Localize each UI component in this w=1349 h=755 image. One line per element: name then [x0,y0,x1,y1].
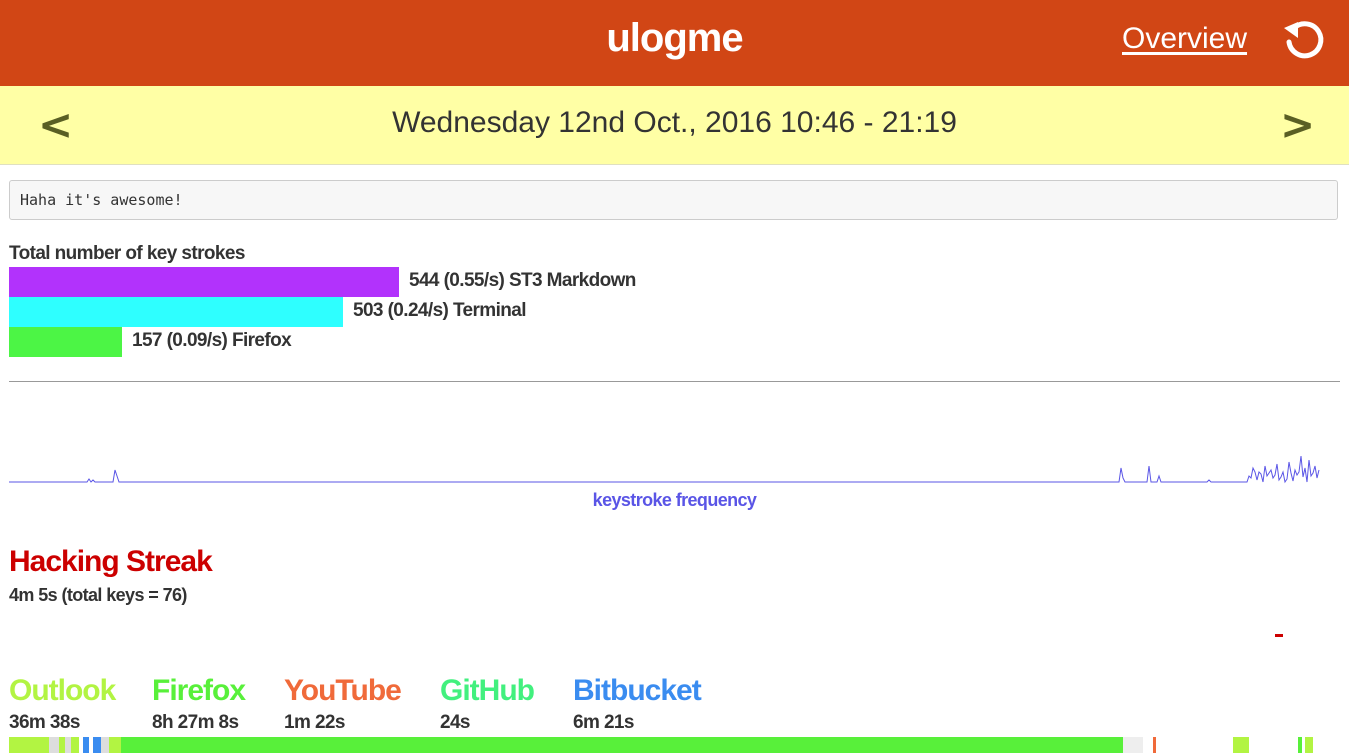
timeline-segment [93,737,101,753]
category-bitbucket: Bitbucket [573,674,702,707]
timeline-segment [59,737,65,753]
category-outlook-time: 36m 38s [9,712,80,733]
top-bar: ulogme Overview [0,0,1349,86]
category-firefox-time: 8h 27m 8s [152,712,239,733]
keystroke-bar [9,327,122,357]
timeline-segment [71,737,79,753]
overview-link[interactable]: Overview [1122,22,1247,56]
timeline-segment [49,737,59,753]
keystroke-label: 157 (0.09/s) Firefox [132,330,292,351]
timeline-segment [1123,737,1143,753]
timeline-segment [65,737,71,753]
hacking-streak-summary: 4m 5s (total keys = 76) [9,585,187,605]
keystroke-bar [9,267,399,297]
category-outlook: Outlook [9,674,116,707]
timeline-segment [1305,737,1313,753]
keystroke-frequency-chart [9,455,1320,484]
timeline-segment [1153,737,1156,753]
frequency-line [9,455,1320,484]
frequency-caption: keystroke frequency [592,490,757,510]
day-note-input[interactable] [9,180,1338,220]
hacking-streak-title: Hacking Streak [9,545,213,578]
timeline-segment [9,737,49,753]
next-day-button[interactable]: > [1280,100,1315,149]
category-github-time: 24s [440,712,471,733]
timeline-segment [121,737,1123,753]
keystrokes-title: Total number of key strokes [9,243,245,264]
section-divider [9,381,1340,382]
timeline-segment [83,737,89,753]
timeline-segment [101,737,109,753]
keystroke-bar [9,297,343,327]
category-github: GitHub [440,674,535,707]
keystroke-label: 544 (0.55/s) ST3 Markdown [409,270,636,291]
category-firefox: Firefox [152,674,246,707]
streak-marker [1275,634,1283,637]
timeline-segment [109,737,121,753]
keystroke-label: 503 (0.24/s) Terminal [353,300,527,321]
date-nav-bar: < Wednesday 12nd Oct., 2016 10:46 - 21:1… [0,86,1349,165]
category-bitbucket-time: 6m 21s [573,712,634,733]
activity-timeline [9,737,1313,753]
timeline-segment [1233,737,1249,753]
date-range-text: Wednesday 12nd Oct., 2016 10:46 - 21:19 [392,106,957,139]
category-youtube-time: 1m 22s [284,712,345,733]
refresh-icon[interactable] [1282,18,1328,64]
timeline-segment [89,737,93,753]
category-youtube: YouTube [284,674,402,707]
timeline-segment [1298,737,1302,753]
